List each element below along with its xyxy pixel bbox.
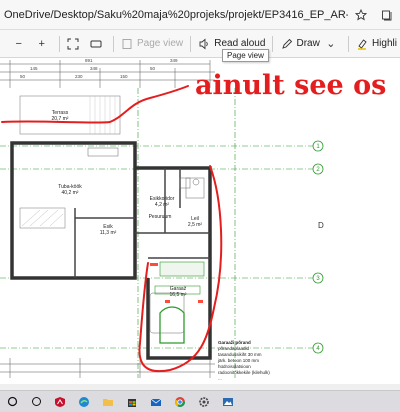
svg-text:891: 891 <box>85 58 93 63</box>
dimension-lines-bottom <box>0 358 215 378</box>
note-line: ... <box>218 376 222 381</box>
room-area-garaaz: 16,5 m² <box>170 292 187 298</box>
highlight-label: Highli <box>371 38 397 49</box>
note-line: hüdroisolatsioon <box>218 364 251 369</box>
svg-text:145: 145 <box>30 66 38 71</box>
pdf-viewer-window: OneDrive/Desktop/Saku%20maja%20projeks/p… <box>0 0 400 412</box>
dimension-lines-top <box>0 60 215 88</box>
rotate-icon <box>89 37 103 51</box>
draw-button[interactable]: Draw ⌄ <box>277 30 344 58</box>
fit-page-icon <box>66 37 80 51</box>
zoom-out-icon: − <box>15 37 22 50</box>
room-area-esikkoridor: 4,2 m² <box>155 202 170 208</box>
draw-label: Draw <box>296 38 320 49</box>
car-outline <box>159 306 185 344</box>
note-line: tasandussikiht 30 mm <box>218 352 262 357</box>
page-view-icon <box>120 37 134 51</box>
section-letter: D <box>318 221 324 230</box>
room-name-pesuruum: Pesuruum <box>149 214 172 220</box>
rotate-button[interactable] <box>86 30 109 58</box>
svg-text:50: 50 <box>150 66 156 71</box>
favorite-icon[interactable] <box>348 2 374 28</box>
edge-icon[interactable] <box>72 391 96 412</box>
settings-icon[interactable] <box>192 391 216 412</box>
note-line: järk. betoon 100 mm <box>217 358 259 363</box>
note-line: radoonitõkkekile (kilehulk) <box>218 370 270 375</box>
room-area-tuba-kook: 40,2 m² <box>62 190 79 196</box>
chevron-down-icon[interactable]: ⌄ <box>324 37 338 51</box>
zoom-in-icon: + <box>38 37 45 50</box>
note-line: põrandaplaadid <box>218 346 250 351</box>
notes-block: Garaaži põrand põrandaplaadid tasandussi… <box>217 340 270 381</box>
floor-plan-drawing: 891 349 145 348 50 50 230 150 1 2 3 4 Te… <box>0 58 386 381</box>
room-area-leil: 2,5 m² <box>188 222 203 228</box>
mcafee-icon[interactable] <box>48 391 72 412</box>
page-view-tooltip: Page view <box>222 49 269 62</box>
svg-text:230: 230 <box>75 74 83 79</box>
zoom-out-button[interactable]: − <box>9 30 32 58</box>
fit-page-button[interactable] <box>63 30 86 58</box>
chrome-icon[interactable] <box>168 391 192 412</box>
svg-text:348: 348 <box>90 66 98 71</box>
note-title: Garaaži põrand <box>218 340 251 345</box>
windows-taskbar <box>0 390 400 412</box>
start-icon[interactable] <box>0 391 24 412</box>
address-bar: OneDrive/Desktop/Saku%20maja%20projeks/p… <box>0 0 400 30</box>
photos-icon[interactable] <box>216 391 240 412</box>
read-aloud-icon <box>197 37 211 51</box>
store-icon[interactable] <box>120 391 144 412</box>
highlight-button[interactable]: Highli <box>352 30 400 58</box>
pdf-page[interactable]: 891 349 145 348 50 50 230 150 1 2 3 4 Te… <box>0 58 400 384</box>
page-number-box[interactable] <box>0 30 9 58</box>
pdf-toolbar: − + Page view Read aloud Draw ⌄ Highli <box>0 30 400 58</box>
mail-icon[interactable] <box>144 391 168 412</box>
explorer-icon[interactable] <box>96 391 120 412</box>
address-path[interactable]: OneDrive/Desktop/Saku%20maja%20projeks/p… <box>0 9 348 21</box>
svg-text:349: 349 <box>170 58 178 63</box>
search-icon[interactable] <box>24 391 48 412</box>
zoom-in-button[interactable]: + <box>32 30 55 58</box>
svg-text:50: 50 <box>20 74 26 79</box>
room-area-esik: 11,3 m² <box>100 230 117 236</box>
highlight-icon <box>355 37 369 51</box>
page-view-button[interactable]: Page view <box>117 30 186 58</box>
page-view-label: Page view <box>136 38 184 49</box>
read-aloud-label: Read aloud <box>214 38 266 49</box>
collections-icon[interactable] <box>374 2 400 28</box>
svg-text:150: 150 <box>120 74 128 79</box>
draw-icon <box>280 37 294 51</box>
annotation-text: ainult see os <box>195 70 386 101</box>
